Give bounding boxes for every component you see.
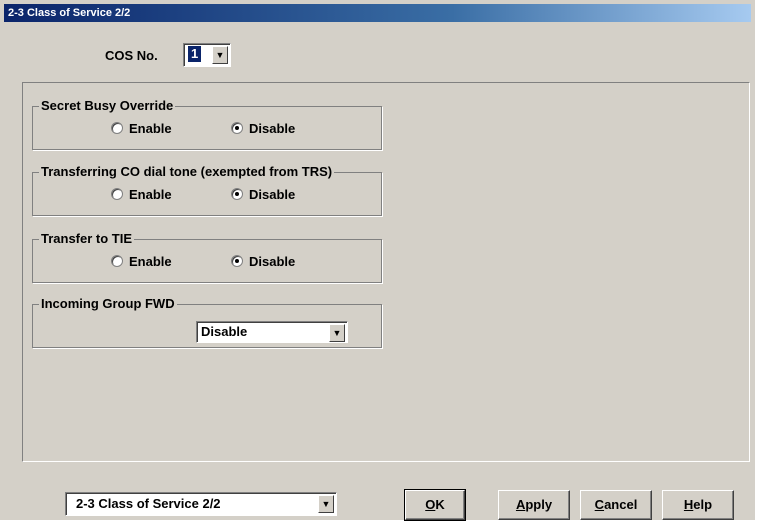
page-select[interactable]: 2-3 Class of Service 2/2 ▼: [65, 492, 337, 516]
dialog-window: 2-3 Class of Service 2/2 COS No. 1 ▼ Sec…: [0, 0, 755, 521]
group-incoming-group-fwd: Incoming Group FWD Disable ▼: [32, 296, 382, 348]
cancel-mnemonic: C: [594, 497, 605, 512]
group-title: Transferring CO dial tone (exempted from…: [39, 164, 335, 180]
cos-number-label: COS No.: [105, 48, 158, 63]
page-select-value: 2-3 Class of Service 2/2: [76, 496, 221, 511]
radio-disable[interactable]: Disable: [231, 121, 295, 137]
radio-label: Enable: [129, 254, 172, 269]
cos-number-value: 1: [186, 45, 203, 63]
chevron-down-icon[interactable]: ▼: [329, 324, 345, 342]
apply-mnemonic: A: [515, 497, 526, 512]
group-secret-busy-override: Secret Busy Override Enable Disable: [32, 98, 382, 150]
cancel-label-rest: ancel: [604, 497, 638, 512]
radio-icon: [111, 122, 123, 134]
radio-icon: [111, 188, 123, 200]
incoming-fwd-value: Disable: [201, 324, 248, 339]
radio-enable[interactable]: Enable: [111, 121, 172, 137]
chevron-down-icon[interactable]: ▼: [318, 495, 334, 513]
ok-label-rest: K: [435, 497, 445, 512]
ok-mnemonic: O: [425, 497, 436, 512]
window-title: 2-3 Class of Service 2/2: [4, 4, 751, 22]
cancel-button[interactable]: Cancel: [580, 490, 652, 520]
radio-selected-icon: [231, 255, 243, 267]
apply-button[interactable]: Apply: [498, 490, 570, 520]
chevron-down-icon[interactable]: ▼: [212, 46, 228, 64]
group-title: Transfer to TIE: [39, 231, 135, 247]
help-button[interactable]: Help: [662, 490, 734, 520]
radio-enable[interactable]: Enable: [111, 254, 172, 270]
radio-label: Enable: [129, 187, 172, 202]
group-title: Secret Busy Override: [39, 98, 176, 114]
cos-number-select[interactable]: 1 ▼: [183, 43, 231, 67]
group-title: Incoming Group FWD: [39, 296, 177, 312]
ok-button[interactable]: OK: [404, 489, 466, 521]
radio-disable[interactable]: Disable: [231, 254, 295, 270]
help-label-rest: elp: [693, 497, 713, 512]
incoming-fwd-select[interactable]: Disable ▼: [196, 321, 348, 343]
radio-label: Enable: [129, 121, 172, 136]
group-transfer-to-tie: Transfer to TIE Enable Disable: [32, 231, 382, 283]
radio-disable[interactable]: Disable: [231, 187, 295, 203]
radio-label: Disable: [249, 187, 296, 202]
group-transferring-co-dial-tone: Transferring CO dial tone (exempted from…: [32, 164, 382, 216]
radio-icon: [111, 255, 123, 267]
radio-enable[interactable]: Enable: [111, 187, 172, 203]
radio-label: Disable: [249, 121, 296, 136]
radio-selected-icon: [231, 122, 243, 134]
apply-label-rest: pply: [525, 497, 553, 512]
radio-label: Disable: [249, 254, 296, 269]
radio-selected-icon: [231, 188, 243, 200]
help-mnemonic: H: [683, 497, 694, 512]
